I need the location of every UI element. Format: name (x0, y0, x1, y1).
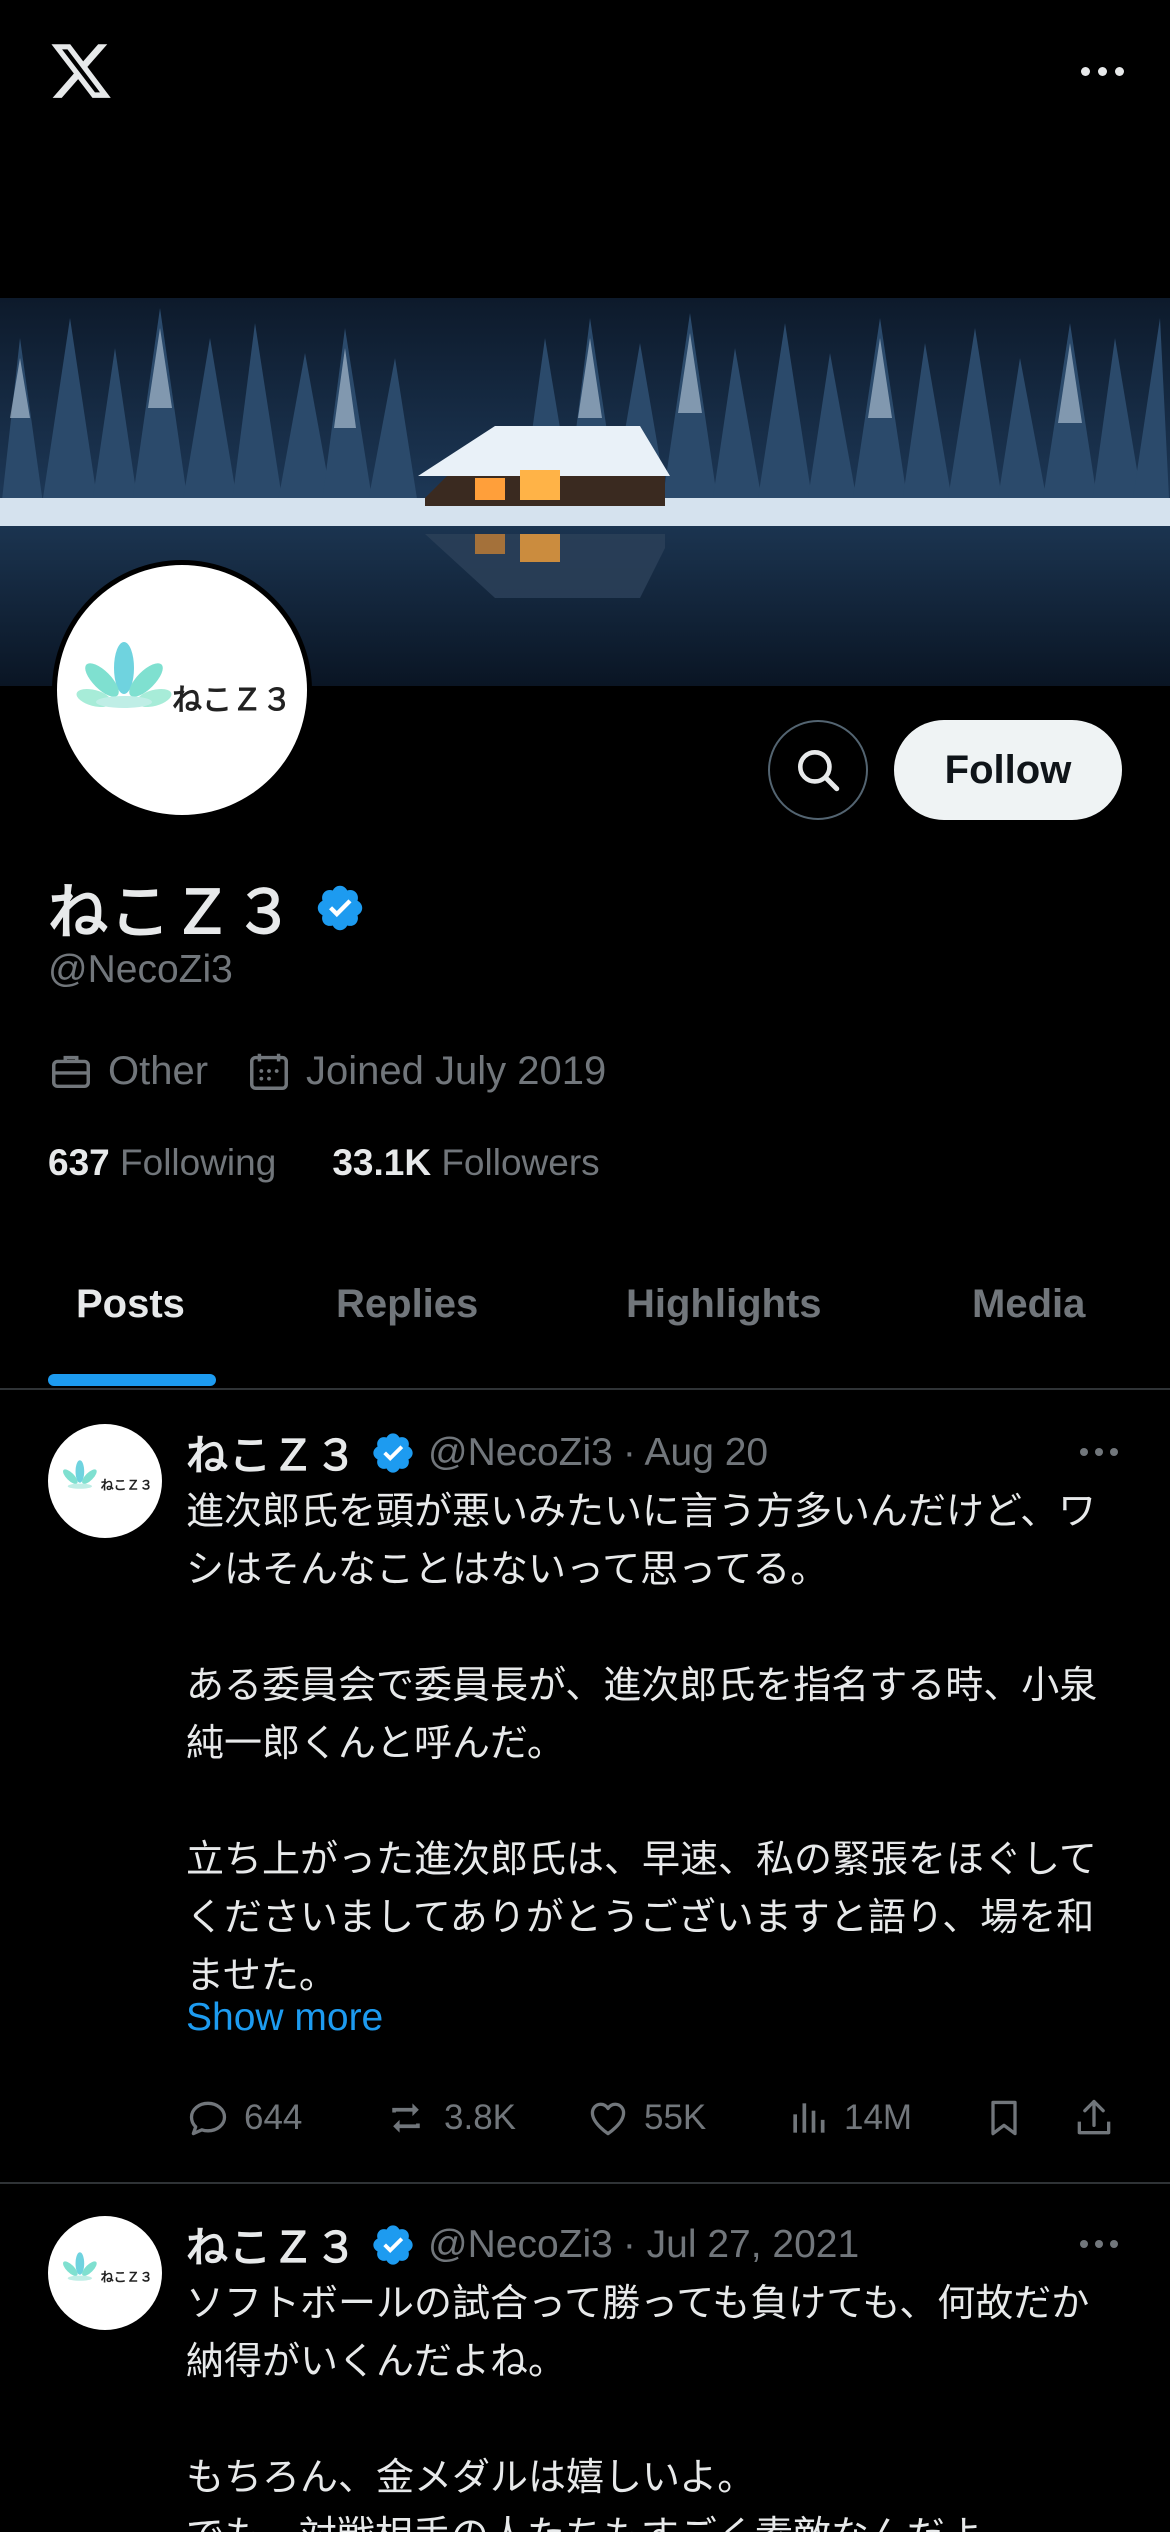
tab-highlights[interactable]: Highlights (626, 1282, 822, 1327)
calendar-icon (250, 1053, 289, 1090)
verified-badge-icon[interactable] (314, 882, 366, 934)
more-horizontal-icon[interactable] (1044, 56, 1124, 86)
post-avatar-logo: ねこＺ３ (63, 1460, 153, 1494)
followers-label: Followers (441, 1142, 600, 1183)
tab-posts[interactable]: Posts (76, 1282, 185, 1327)
tab-active-indicator (48, 1374, 216, 1386)
follow-button[interactable]: Follow (894, 720, 1122, 820)
profile-category-label: Other (108, 1048, 209, 1093)
like-button[interactable]: 55K (586, 2088, 706, 2148)
x-logo-icon[interactable] (48, 38, 114, 104)
post-author-handle[interactable]: @NecoZi3 (428, 1431, 613, 1475)
briefcase-icon (52, 1055, 90, 1089)
followers-count: 33.1K (332, 1142, 432, 1183)
svg-text:ねこＺ３: ねこＺ３ (101, 1479, 153, 1494)
tab-media[interactable]: Media (972, 1282, 1085, 1327)
top-bar (0, 0, 1170, 145)
post-date[interactable]: · Aug 20 (623, 1431, 768, 1475)
reply-button[interactable]: 644 (186, 2088, 302, 2148)
followers-link[interactable]: 33.1K Followers (332, 1142, 599, 1184)
post-author-name[interactable]: ねこＺ３ (186, 1422, 358, 1483)
post-date[interactable]: · Jul 27, 2021 (623, 2223, 859, 2267)
like-count: 55K (644, 2098, 707, 2137)
svg-text:ねこＺ３: ねこＺ３ (172, 683, 292, 718)
profile-meta: Other Joined July 2019 (48, 1048, 644, 1094)
share-icon (1077, 2099, 1111, 2135)
profile-avatar[interactable]: ねこＺ３ (52, 560, 312, 820)
verified-badge-icon (373, 1432, 413, 1473)
verified-badge-icon (373, 2224, 413, 2265)
bookmark-button[interactable] (982, 2088, 1026, 2148)
profile-joined: Joined July 2019 (246, 1048, 606, 1094)
profile-stats: 637 Following 33.1K Followers (48, 1142, 656, 1184)
views-count: 14M (844, 2098, 913, 2137)
following-count: 637 (48, 1142, 110, 1183)
heart-icon (590, 2102, 626, 2136)
search-icon (798, 750, 840, 792)
post-author-name[interactable]: ねこＺ３ (186, 2214, 358, 2275)
post-header: ねこＺ３ @NecoZi3 · Jul 27, 2021 (186, 2214, 859, 2275)
show-more-link[interactable]: Show more (186, 1996, 383, 2040)
svg-text:ねこＺ３: ねこＺ３ (101, 2271, 153, 2286)
profile-joined-label: Joined July 2019 (306, 1048, 607, 1093)
profile-handle: @NecoZi3 (48, 948, 233, 991)
profile-name-row: ねこＺ３ (48, 864, 366, 951)
following-label: Following (120, 1142, 277, 1183)
following-link[interactable]: 637 Following (48, 1142, 276, 1184)
post-item[interactable]: ねこＺ３ ねこＺ３ @NecoZi3 · Jul 27, 2021 ソフトボール… (0, 2184, 1170, 2532)
repost-count: 3.8K (444, 2098, 516, 2137)
reply-icon (189, 2101, 227, 2136)
profile-tabs: Posts Replies Highlights Media (0, 1250, 1170, 1390)
reply-count: 644 (244, 2098, 303, 2137)
search-button[interactable] (768, 720, 868, 820)
more-horizontal-icon[interactable] (1080, 1448, 1118, 1456)
post-avatar-logo: ねこＺ３ (63, 2252, 153, 2286)
tab-replies[interactable]: Replies (336, 1282, 478, 1327)
share-button[interactable] (1072, 2088, 1116, 2148)
post-text: 進次郎氏を頭が悪いみたいに言う方多いんだけど、ワシはそんなことはないって思ってる… (186, 1489, 1098, 1997)
post-actions: 644 3.8K 55K 14M (186, 2088, 1126, 2148)
more-horizontal-icon[interactable] (1080, 2240, 1118, 2248)
views-chart-icon (793, 2103, 825, 2133)
profile-category: Other (48, 1048, 208, 1094)
bookmark-icon (991, 2100, 1017, 2136)
post-avatar[interactable]: ねこＺ３ (48, 2216, 162, 2330)
avatar-logo: ねこＺ３ (76, 642, 292, 718)
post-item[interactable]: ねこＺ３ ねこＺ３ @NecoZi3 · Aug 20 進次郎氏を頭が悪いみたい… (0, 1392, 1170, 2182)
repost-icon (392, 2103, 420, 2133)
post-text: ソフトボールの試合って勝っても負けても、何故だか納得がいくんだよね。 もちろん、… (186, 2281, 1090, 2532)
profile-name: ねこＺ３ (48, 878, 296, 948)
post-author-handle[interactable]: @NecoZi3 (428, 2223, 613, 2267)
repost-button[interactable]: 3.8K (382, 2088, 516, 2148)
post-avatar[interactable]: ねこＺ３ (48, 1424, 162, 1538)
post-header: ねこＺ３ @NecoZi3 · Aug 20 (186, 1422, 768, 1483)
views-button[interactable]: 14M (786, 2088, 912, 2148)
